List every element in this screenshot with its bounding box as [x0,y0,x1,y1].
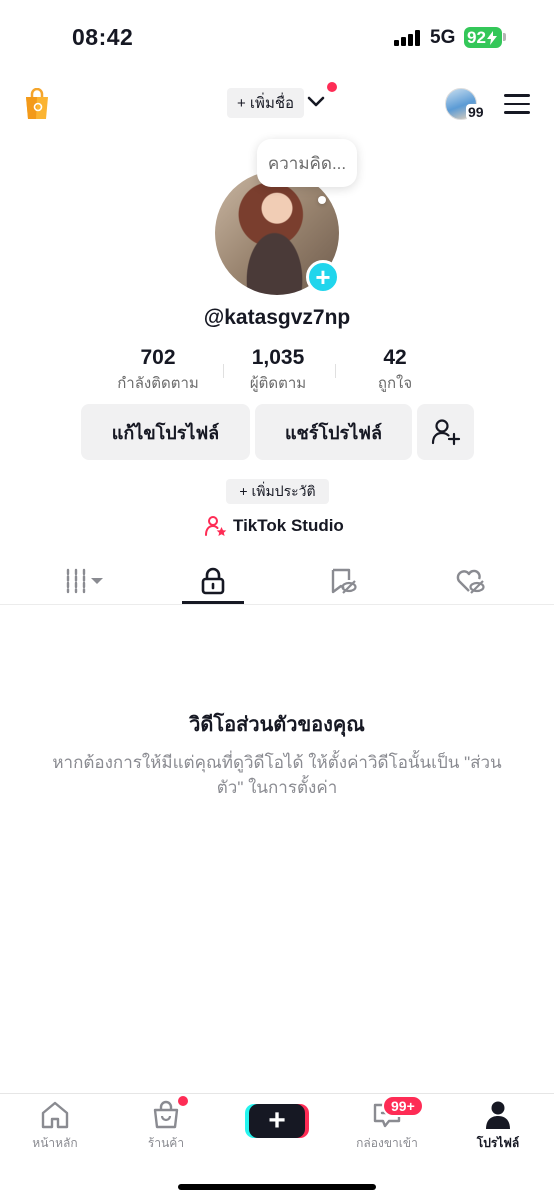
home-icon [41,1101,69,1129]
bottom-nav-divider [0,1093,554,1094]
battery-tip [503,33,506,41]
battery-level: 92 [467,27,486,47]
followers-label: ผู้ติดตาม [249,375,307,392]
add-photo-button[interactable]: + [306,260,340,294]
tab-liked[interactable] [430,560,510,602]
home-indicator [178,1184,376,1190]
add-bio-button[interactable]: + เพิ่มประวัติ [226,479,329,504]
create-button[interactable]: + [249,1104,305,1138]
battery-icon: 92 [464,27,502,48]
nav-profile[interactable]: โปรไฟล์ [453,1100,543,1153]
inbox-badge: 99+ [382,1095,424,1117]
studio-label: TikTok Studio [233,516,344,535]
following-stat[interactable]: 702 กำลังติดตาม [108,346,208,395]
notification-dot [327,82,337,92]
stat-divider [335,364,336,378]
tiktok-shop-icon[interactable] [24,87,50,120]
nav-profile-label: โปรไฟล์ [476,1136,520,1150]
network-type: 5G [430,27,456,48]
profile-icon [486,1101,510,1129]
tabs-divider [0,604,554,605]
nav-shop[interactable]: ร้านค้า [121,1100,211,1153]
following-count: 702 [140,346,176,369]
empty-state-description: หากต้องการให้มีแต่คุณที่ดูวิดีโอได้ ให้ต… [52,753,502,797]
tab-saved[interactable] [303,560,383,602]
shopping-bag-icon [153,1100,179,1129]
lock-icon [201,567,225,595]
likes-stat[interactable]: 42 ถูกใจ [345,346,445,395]
shop-notification-dot [178,1096,188,1106]
grid-icon [66,568,103,594]
following-label: กำลังติดตาม [117,375,199,392]
tab-private[interactable] [173,560,253,602]
followers-stat[interactable]: 1,035 ผู้ติดตาม [228,346,328,395]
tab-videos[interactable] [45,560,125,602]
bubble-tail [318,196,326,204]
nav-home[interactable]: หน้าหลัก [10,1100,100,1153]
chevron-down-icon[interactable] [306,92,326,112]
username: @katasgvz7np [203,306,351,329]
nav-home-label: หน้าหลัก [32,1136,78,1150]
likes-count: 42 [383,346,407,369]
edit-profile-button[interactable]: แก้ไขโปรไฟล์ [81,404,250,460]
add-friends-button[interactable] [417,404,474,460]
empty-state-title: วิดีโอส่วนตัวของคุณ [189,714,365,736]
stat-divider [223,364,224,378]
studio-icon [205,516,227,536]
nav-inbox-label: กล่องขาเข้า [356,1136,418,1150]
tiktok-studio-link[interactable]: TikTok Studio [205,514,344,538]
status-bar: 08:42 5G 92 [0,0,554,70]
likes-label: ถูกใจ [377,375,413,392]
story-count: 99 [466,104,486,120]
signal-icon [394,30,422,46]
followers-count: 1,035 [251,346,305,369]
bookmark-icon [331,568,357,594]
add-name-button[interactable]: + เพิ่มชื่อ [227,88,305,118]
thought-bubble[interactable]: ความคิด... [257,139,357,187]
share-profile-button[interactable]: แชร์โปรไฟล์ [255,404,412,460]
nav-shop-label: ร้านค้า [147,1136,185,1150]
add-user-icon [431,419,460,446]
heart-icon [456,569,485,594]
menu-icon[interactable] [504,94,530,114]
status-time: 08:42 [72,24,134,50]
